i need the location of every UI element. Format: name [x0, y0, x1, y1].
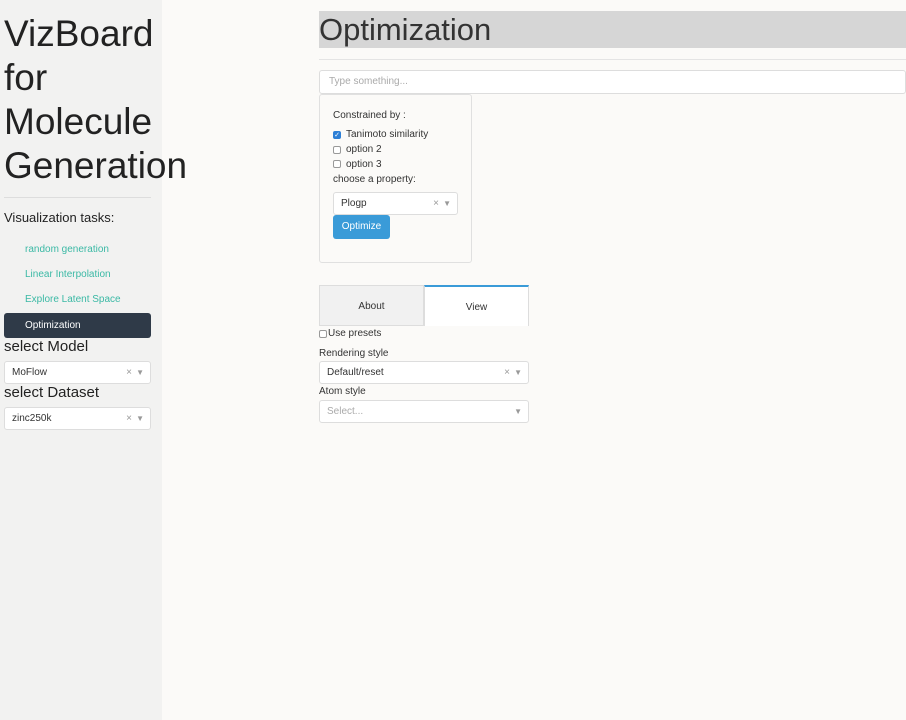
- search-input[interactable]: Type something...: [319, 70, 906, 94]
- tab-about[interactable]: About: [319, 285, 424, 326]
- dataset-label: select Dataset: [4, 384, 100, 401]
- property-value: Plogp: [341, 198, 367, 209]
- page-title: Optimization: [319, 11, 906, 48]
- use-presets-label: Use presets: [328, 328, 382, 339]
- divider: [319, 59, 906, 60]
- use-presets-checkbox[interactable]: [319, 330, 327, 338]
- nav-explore-latent-space[interactable]: Explore Latent Space: [4, 287, 151, 312]
- chevron-down-icon: ▼: [443, 199, 451, 208]
- title-line: for: [4, 57, 48, 98]
- clear-icon[interactable]: ×: [126, 408, 132, 429]
- title-line: Molecule: [4, 101, 153, 142]
- nav-optimization[interactable]: Optimization: [4, 313, 151, 338]
- tasks-label: Visualization tasks:: [4, 210, 115, 225]
- chevron-down-icon: ▼: [136, 414, 144, 423]
- dataset-value: zinc250k: [12, 413, 52, 424]
- checkbox-option-3[interactable]: [333, 160, 341, 168]
- chevron-down-icon: ▼: [514, 368, 522, 377]
- constrained-label: Constrained by :: [333, 110, 406, 121]
- atom-select[interactable]: Select... ▼: [319, 400, 529, 423]
- title-line: VizBoard: [4, 13, 154, 54]
- optimize-button[interactable]: Optimize: [333, 215, 390, 239]
- nav-random-generation[interactable]: random generation: [4, 237, 151, 262]
- option-label: Tanimoto similarity: [346, 129, 429, 140]
- clear-icon[interactable]: ×: [504, 362, 510, 383]
- atom-label: Atom style: [319, 386, 366, 397]
- property-select[interactable]: Plogp × ▼: [333, 192, 458, 215]
- property-label: choose a property:: [333, 174, 416, 185]
- rendering-select[interactable]: Default/reset × ▼: [319, 361, 529, 384]
- clear-icon[interactable]: ×: [126, 362, 132, 383]
- chevron-down-icon: ▼: [136, 368, 144, 377]
- nav-linear-interpolation[interactable]: Linear Interpolation: [4, 262, 151, 287]
- app-title: VizBoard for Molecule Generation: [4, 12, 187, 188]
- option-label: option 2: [346, 144, 382, 155]
- title-line: Generation: [4, 145, 188, 186]
- clear-icon[interactable]: ×: [433, 193, 439, 214]
- option-label: option 3: [346, 159, 382, 170]
- rendering-value: Default/reset: [327, 367, 384, 378]
- tab-view[interactable]: View: [424, 285, 529, 326]
- divider: [4, 197, 151, 198]
- chevron-down-icon: ▼: [514, 407, 522, 416]
- model-label: select Model: [4, 338, 89, 355]
- rendering-label: Rendering style: [319, 348, 389, 359]
- checkbox-option-2[interactable]: [333, 146, 341, 154]
- sidebar: VizBoard for Molecule Generation Visuali…: [0, 0, 187, 720]
- checkbox-tanimoto[interactable]: ✓: [333, 131, 341, 139]
- model-select[interactable]: MoFlow × ▼: [4, 361, 151, 384]
- model-value: MoFlow: [12, 367, 48, 378]
- atom-placeholder: Select...: [327, 406, 364, 417]
- dataset-select[interactable]: zinc250k × ▼: [4, 407, 151, 430]
